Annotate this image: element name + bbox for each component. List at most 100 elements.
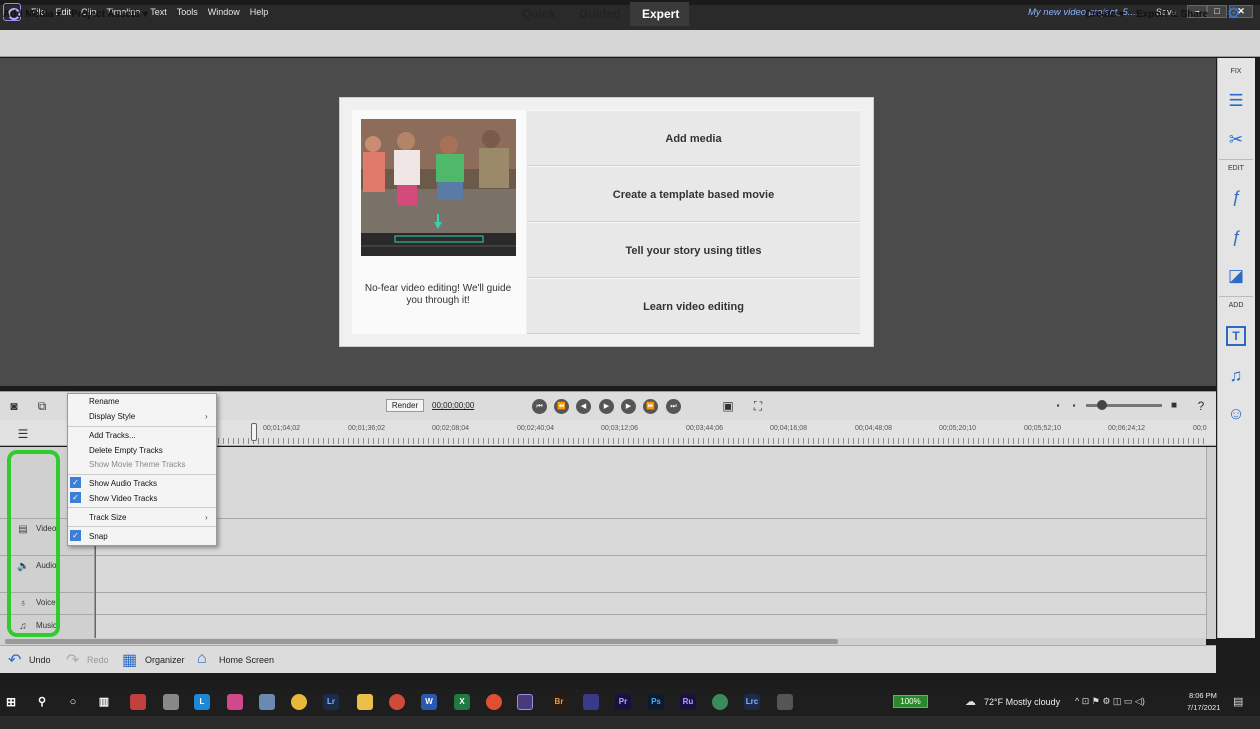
- fullscreen-icon[interactable]: ⛶: [750, 398, 766, 414]
- render-button[interactable]: Render: [386, 399, 424, 412]
- go-to-start-icon[interactable]: ⏮: [532, 399, 547, 414]
- undo-button[interactable]: Undo: [29, 655, 51, 665]
- home-screen-button[interactable]: Home Screen: [219, 655, 274, 665]
- step-back-icon[interactable]: ⏪: [554, 399, 569, 414]
- tab-guided[interactable]: Guided: [567, 2, 632, 26]
- vertical-scrollbar[interactable]: [1206, 447, 1216, 639]
- lightroom-icon[interactable]: Lr: [323, 694, 339, 710]
- menu-tools[interactable]: Tools: [177, 7, 198, 17]
- zoom-small-icon[interactable]: ▪: [1066, 398, 1082, 414]
- titles-text-icon[interactable]: T: [1226, 326, 1246, 346]
- horizontal-scrollbar-thumb[interactable]: [5, 639, 838, 644]
- ctx-delete-empty-tracks[interactable]: Delete Empty Tracks: [89, 446, 163, 455]
- notifications-icon[interactable]: ▤: [1233, 695, 1243, 708]
- app-icon[interactable]: [163, 694, 179, 710]
- menu-separator: [68, 474, 216, 475]
- gear-icon[interactable]: ⚙: [1227, 6, 1243, 22]
- playhead-handle[interactable]: [251, 423, 257, 441]
- app-icon[interactable]: [777, 694, 793, 710]
- organizer-button[interactable]: Organizer: [145, 655, 185, 665]
- premiere-elements-taskbar-icon[interactable]: [517, 694, 533, 710]
- ctx-show-audio-tracks[interactable]: Show Audio Tracks: [89, 479, 157, 488]
- music-note-icon[interactable]: ♫: [1226, 366, 1246, 386]
- app-icon[interactable]: [486, 694, 502, 710]
- go-to-end-icon[interactable]: ⏭: [666, 399, 681, 414]
- step-forward-icon[interactable]: ⏩: [643, 399, 658, 414]
- task-view-icon[interactable]: ▥: [96, 694, 112, 710]
- bridge-icon[interactable]: Br: [551, 694, 567, 710]
- create-menu[interactable]: Create ▾: [1085, 9, 1124, 20]
- tools-icon[interactable]: ✂: [1226, 130, 1246, 150]
- option-add-media[interactable]: Add media: [527, 110, 860, 166]
- photoshop-icon[interactable]: Ps: [648, 694, 664, 710]
- cortana-icon[interactable]: ○: [65, 694, 81, 710]
- help-icon[interactable]: ?: [1193, 398, 1209, 414]
- app-icon[interactable]: [712, 694, 728, 710]
- ctx-show-video-tracks[interactable]: Show Video Tracks: [89, 494, 157, 503]
- windows-start-icon[interactable]: ⊞: [3, 694, 19, 710]
- frame-back-icon[interactable]: ◀: [576, 399, 591, 414]
- clock-time[interactable]: 8:06 PM: [1189, 691, 1217, 700]
- timecode-display[interactable]: 00;00;00;00: [432, 401, 474, 410]
- export-share-menu[interactable]: Export & Share: [1136, 9, 1208, 20]
- clock-date[interactable]: 7/17/2021: [1187, 703, 1220, 712]
- track-options-icon[interactable]: ☰: [15, 426, 31, 442]
- tab-expert[interactable]: Expert: [630, 2, 689, 26]
- transitions-icon[interactable]: ◪: [1226, 266, 1246, 286]
- menu-separator: [68, 426, 216, 427]
- home-icon[interactable]: ⌂: [197, 650, 207, 668]
- excel-icon[interactable]: X: [454, 694, 470, 710]
- maximize-button[interactable]: □: [1207, 5, 1227, 18]
- app-icon[interactable]: L: [194, 694, 210, 710]
- screen-bottom-edge: [0, 716, 1260, 729]
- chrome-icon[interactable]: [291, 694, 307, 710]
- lightroom-classic-icon[interactable]: Lrc: [744, 694, 760, 710]
- project-assets-menu[interactable]: Project Assets ▾: [71, 9, 148, 20]
- zoom-out-icon[interactable]: ▪: [1050, 398, 1066, 414]
- frame-forward-icon[interactable]: ▶: [621, 399, 636, 414]
- tab-quick[interactable]: Quick: [510, 2, 567, 26]
- adjust-sliders-icon[interactable]: ☰: [1226, 91, 1246, 111]
- play-icon[interactable]: ▶: [599, 399, 614, 414]
- app-icon[interactable]: [130, 694, 146, 710]
- option-titles[interactable]: Tell your story using titles: [527, 222, 860, 278]
- pop-out-icon[interactable]: ⧉: [34, 398, 50, 414]
- option-learn-editing[interactable]: Learn video editing: [527, 278, 860, 334]
- zoom-slider-handle[interactable]: [1097, 400, 1107, 410]
- weather-text[interactable]: 72°F Mostly cloudy: [984, 697, 1060, 707]
- organizer-icon[interactable]: ▦: [122, 650, 137, 670]
- checkmark-icon: ✓: [70, 530, 81, 541]
- ctx-add-tracks[interactable]: Add Tracks...: [89, 431, 136, 440]
- graphics-smiley-icon[interactable]: ☺: [1226, 404, 1246, 424]
- search-icon[interactable]: ⚲: [34, 694, 50, 710]
- app-icon[interactable]: [583, 694, 599, 710]
- battery-indicator[interactable]: 100%: [893, 695, 928, 708]
- camera-icon[interactable]: ◙: [6, 398, 22, 414]
- ctx-display-style[interactable]: Display Style: [89, 412, 135, 421]
- option-template-movie[interactable]: Create a template based movie: [527, 166, 860, 222]
- effects-fx-icon[interactable]: ƒ: [1226, 227, 1246, 247]
- menu-help[interactable]: Help: [250, 7, 269, 17]
- file-explorer-icon[interactable]: [357, 694, 373, 710]
- monitor-display-icon[interactable]: ▣: [720, 398, 736, 414]
- ruler-tick-label: 00;06;24;12: [1108, 425, 1145, 432]
- menu-text[interactable]: Text: [150, 7, 167, 17]
- app-icon[interactable]: [227, 694, 243, 710]
- undo-icon[interactable]: ↶: [8, 650, 21, 670]
- premiere-pro-icon[interactable]: Pr: [615, 694, 631, 710]
- ctx-snap[interactable]: Snap: [89, 532, 108, 541]
- system-tray-icons[interactable]: ^ ⊡ ⚑ ⚙ ◫ ▭ ◁): [1075, 696, 1145, 707]
- word-icon[interactable]: W: [421, 694, 437, 710]
- app-icon[interactable]: [259, 694, 275, 710]
- menu-window[interactable]: Window: [208, 7, 240, 17]
- submenu-arrow-icon: ›: [205, 412, 208, 421]
- menu-separator: [68, 526, 216, 527]
- premiere-rush-icon[interactable]: Ru: [680, 694, 696, 710]
- ctx-track-size[interactable]: Track Size: [89, 513, 127, 522]
- add-media-menu[interactable]: Add Media ▾: [3, 9, 61, 20]
- app-icon[interactable]: [389, 694, 405, 710]
- applied-effects-icon[interactable]: ƒ: [1226, 187, 1246, 207]
- zoom-in-icon[interactable]: ■: [1166, 398, 1182, 414]
- ctx-rename[interactable]: Rename: [89, 397, 119, 406]
- ruler-tick-label: 00;04;48;08: [855, 425, 892, 432]
